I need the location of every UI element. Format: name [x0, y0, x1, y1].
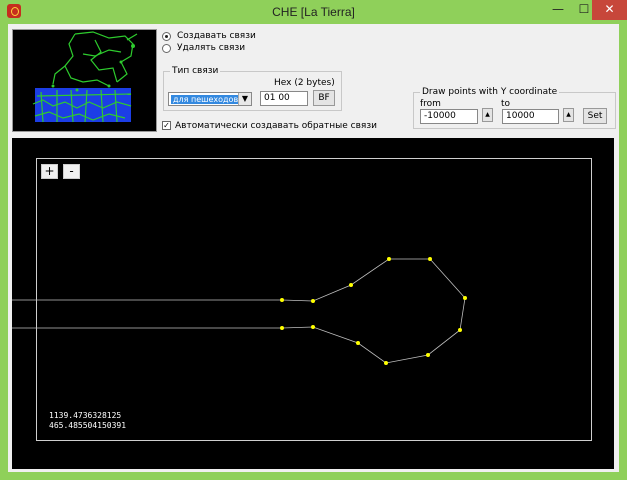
link-type-select[interactable]: для пешеходов ▼	[168, 92, 252, 106]
node[interactable]	[428, 257, 432, 261]
minimap[interactable]	[12, 29, 157, 132]
to-label: to	[501, 99, 511, 109]
bf-button[interactable]: BF	[313, 90, 335, 106]
to-input[interactable]: 10000	[502, 109, 559, 124]
window-title: CHE [La Tierra]	[272, 5, 355, 19]
node[interactable]	[280, 298, 284, 302]
delete-links-radio[interactable]	[162, 43, 171, 53]
create-links-radio[interactable]	[162, 31, 171, 41]
from-spin-button[interactable]: ▲	[482, 108, 493, 122]
create-links-option[interactable]: Создавать связи	[162, 31, 256, 41]
title-bar[interactable]: CHE [La Tierra] — ☐ ✕	[0, 0, 627, 24]
node[interactable]	[384, 361, 388, 365]
client-area: Создавать связи Удалять связи Тип связи …	[8, 24, 619, 472]
node[interactable]	[426, 353, 430, 357]
from-input[interactable]: -10000	[420, 109, 478, 124]
delete-links-label: Удалять связи	[177, 43, 246, 53]
node[interactable]	[458, 328, 462, 332]
delete-links-option[interactable]: Удалять связи	[162, 43, 245, 53]
node[interactable]	[311, 299, 315, 303]
minimap-graphic	[32, 31, 138, 123]
to-spin-button[interactable]: ▲	[563, 108, 574, 122]
node[interactable]	[349, 283, 353, 287]
draw-points-legend: Draw points with Y coordinate	[422, 87, 558, 97]
link-type-select-value: для пешеходов	[171, 95, 241, 104]
map-canvas[interactable]: + - 1139.4736328125 465.485504150391	[12, 138, 614, 469]
set-button[interactable]: Set	[583, 108, 607, 124]
link-edges	[12, 258, 466, 364]
cursor-coordinates: 1139.4736328125 465.485504150391	[49, 411, 126, 431]
close-button[interactable]: ✕	[592, 0, 627, 20]
node[interactable]	[280, 326, 284, 330]
from-label: from	[420, 99, 441, 109]
app-window: CHE [La Tierra] — ☐ ✕ Создавать связи Уд…	[0, 0, 627, 480]
chevron-down-icon[interactable]: ▼	[238, 93, 251, 105]
node[interactable]	[311, 325, 315, 329]
node[interactable]	[463, 296, 467, 300]
minimize-button[interactable]: —	[545, 0, 571, 20]
hex-label: Hex (2 bytes)	[274, 78, 335, 88]
auto-reverse-checkbox[interactable]: ✓	[162, 121, 171, 130]
create-links-label: Создавать связи	[177, 31, 256, 41]
link-nodes	[280, 257, 467, 365]
coord-y: 465.485504150391	[49, 421, 127, 430]
node[interactable]	[387, 257, 391, 261]
link-type-legend: Тип связи	[172, 66, 219, 76]
hex-input[interactable]: 01 00	[260, 91, 308, 106]
coord-x: 1139.4736328125	[49, 411, 122, 420]
node[interactable]	[356, 341, 360, 345]
auto-reverse-label: Автоматически создавать обратные связи	[175, 121, 377, 131]
